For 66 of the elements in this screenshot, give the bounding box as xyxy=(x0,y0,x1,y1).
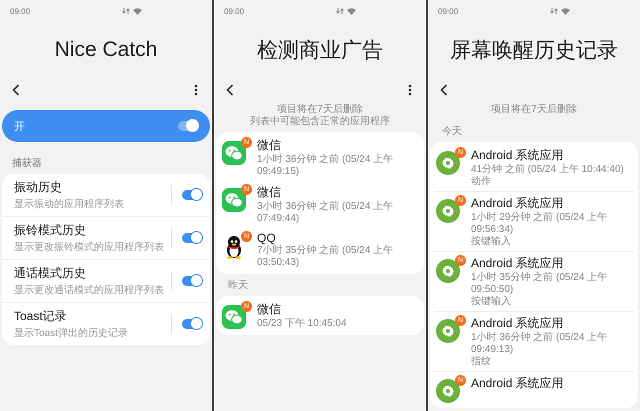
app-name: 微信 xyxy=(257,137,282,154)
setting-description: 显示Toast弹出的历史记录 xyxy=(14,326,129,340)
date-header: 昨天 xyxy=(227,279,249,293)
setting-description: 显示更改振铃模式的应用程序列表 xyxy=(14,240,165,254)
app-name: Android 系统应用 xyxy=(471,195,565,212)
date-header: 今天 xyxy=(441,125,463,139)
notice-text: 列表中可能包含正常的应用程序 xyxy=(249,116,391,128)
timestamp: 1小时 29分钟 之前 (05/24 上午 09:56:34) xyxy=(471,212,608,236)
timestamp: 1小时 36分钟 之前 (05/24 上午 09:49:13) xyxy=(471,332,608,356)
back-icon[interactable] xyxy=(440,84,448,96)
back-icon[interactable] xyxy=(226,84,234,96)
status-time: 09:00 xyxy=(224,6,246,16)
app-name: Android 系统应用 xyxy=(471,315,565,332)
status-time: 09:00 xyxy=(10,6,32,16)
status-time: 09:00 xyxy=(438,6,460,16)
screen-title: Nice Catch xyxy=(54,38,158,62)
setting-title: Toast记录 xyxy=(14,308,68,325)
event-type: 按键输入 xyxy=(471,236,512,248)
toggle-switch[interactable] xyxy=(178,121,198,131)
chat-bubbles-icon xyxy=(222,305,246,329)
gear-icon xyxy=(436,259,460,283)
timestamp: 1小时 36分钟 之前 (05/24 上午 09:49:15) xyxy=(257,154,394,178)
timestamp: 1小时 35分钟 之前 (05/24 上午 09:50:50) xyxy=(471,272,608,296)
toggle-switch[interactable] xyxy=(182,319,202,329)
data-transfer-icon xyxy=(122,7,130,15)
gear-icon xyxy=(436,151,460,175)
event-type: 动作 xyxy=(471,176,492,188)
section-label: 捕获器 xyxy=(11,156,43,171)
timestamp: 7小时 35分钟 之前 (05/24 上午 03:50:43) xyxy=(257,245,394,269)
more-menu-icon[interactable] xyxy=(408,84,412,96)
timestamp: 3小时 36分钟 之前 (05/24 上午 07:49:44) xyxy=(257,201,394,225)
screen-title: 检测商业广告 xyxy=(257,38,383,64)
more-menu-icon[interactable] xyxy=(194,84,198,96)
timestamp: 41分钟 之前 (05/24 上午 10:44:40) xyxy=(471,164,625,176)
event-type: 按键输入 xyxy=(471,296,512,308)
toggle-switch[interactable] xyxy=(182,276,202,286)
setting-title: 振动历史 xyxy=(14,179,63,196)
app-name: Android 系统应用 xyxy=(471,147,565,164)
toggle-switch[interactable] xyxy=(182,190,202,200)
app-name: QQ xyxy=(257,231,276,245)
setting-description: 显示振动的应用程序列表 xyxy=(14,198,125,211)
app-name: Android 系统应用 xyxy=(471,255,565,272)
switch-label: 开 xyxy=(14,120,25,134)
gear-icon xyxy=(436,319,460,343)
data-transfer-icon xyxy=(336,7,344,15)
wifi-icon xyxy=(347,8,356,14)
setting-title: 振铃模式历史 xyxy=(14,222,87,239)
toggle-switch[interactable] xyxy=(182,233,202,243)
wifi-icon xyxy=(561,8,570,14)
event-type: 指纹 xyxy=(471,356,492,368)
notice-text: 项目将在7天后删除 xyxy=(490,104,578,116)
app-name: Android 系统应用 xyxy=(471,375,565,392)
gear-icon xyxy=(436,379,460,403)
screen-title: 屏幕唤醒历史记录 xyxy=(450,38,618,64)
back-icon[interactable] xyxy=(12,84,20,96)
data-transfer-icon xyxy=(550,7,558,15)
app-name: 微信 xyxy=(257,184,282,200)
setting-description: 显示更改通话模式的应用程序列表 xyxy=(14,284,165,297)
wifi-icon xyxy=(133,8,142,14)
chat-bubbles-icon xyxy=(222,188,246,212)
gear-icon xyxy=(436,199,460,223)
setting-title: 通话模式历史 xyxy=(14,265,87,282)
notice-text: 项目将在7天后删除 xyxy=(276,104,364,116)
app-name: 微信 xyxy=(257,301,282,318)
timestamp: 05/23 下午 10:45:04 xyxy=(257,318,348,330)
chat-bubbles-icon xyxy=(222,141,246,165)
